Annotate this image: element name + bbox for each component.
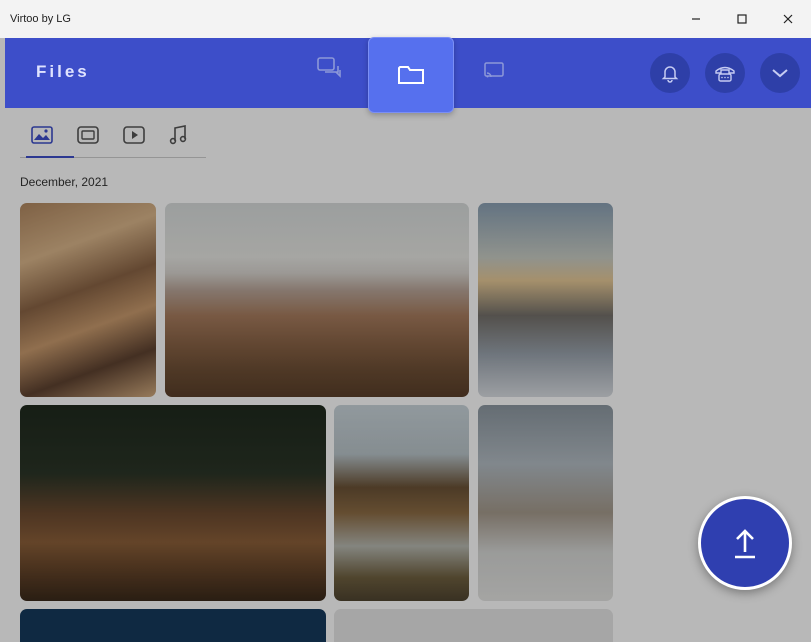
phone-button[interactable] [705, 53, 745, 93]
chat-icon [317, 57, 341, 78]
upload-arrow-icon [735, 529, 755, 559]
tab-images[interactable] [26, 118, 74, 158]
window-title: Virtoo by LG [10, 13, 71, 25]
nav-files-button[interactable] [368, 37, 454, 113]
bell-icon [661, 66, 679, 83]
upload-button[interactable] [698, 496, 792, 590]
tab-videos[interactable] [118, 118, 150, 152]
nav-chat-button[interactable] [315, 54, 345, 82]
maximize-icon [737, 14, 747, 24]
photo-thumbnail[interactable] [165, 203, 469, 397]
phone-icon [715, 66, 735, 82]
close-icon [783, 14, 793, 24]
chevron-down-icon [772, 69, 788, 78]
video-icon [123, 126, 145, 144]
image-icon [31, 126, 53, 144]
photo-thumbnail[interactable] [20, 405, 326, 601]
minimize-icon [692, 18, 700, 20]
photo-thumbnail[interactable] [478, 405, 613, 601]
tab-music[interactable] [162, 118, 194, 152]
nav-cast-button[interactable] [479, 56, 509, 84]
maximize-button[interactable] [719, 0, 765, 38]
close-button[interactable] [765, 0, 811, 38]
gallery-icon [77, 126, 99, 144]
photo-thumbnail[interactable] [20, 609, 326, 642]
folder-icon [398, 66, 424, 84]
expand-menu-button[interactable] [760, 53, 800, 93]
photo-thumbnail[interactable] [20, 203, 156, 397]
music-icon [169, 125, 187, 145]
window-titlebar: Virtoo by LG [0, 0, 811, 38]
section-date-heading: December, 2021 [20, 175, 109, 189]
tab-gallery[interactable] [72, 118, 104, 152]
notifications-button[interactable] [650, 53, 690, 93]
minimize-button[interactable] [673, 0, 719, 38]
photo-thumbnail[interactable] [334, 609, 613, 642]
photo-thumbnail[interactable] [334, 405, 469, 601]
cast-icon [484, 62, 504, 78]
app-header: Files [5, 37, 811, 113]
page-title: Files [36, 62, 90, 81]
media-type-tabs [20, 112, 206, 158]
photo-thumbnail[interactable] [478, 203, 613, 397]
